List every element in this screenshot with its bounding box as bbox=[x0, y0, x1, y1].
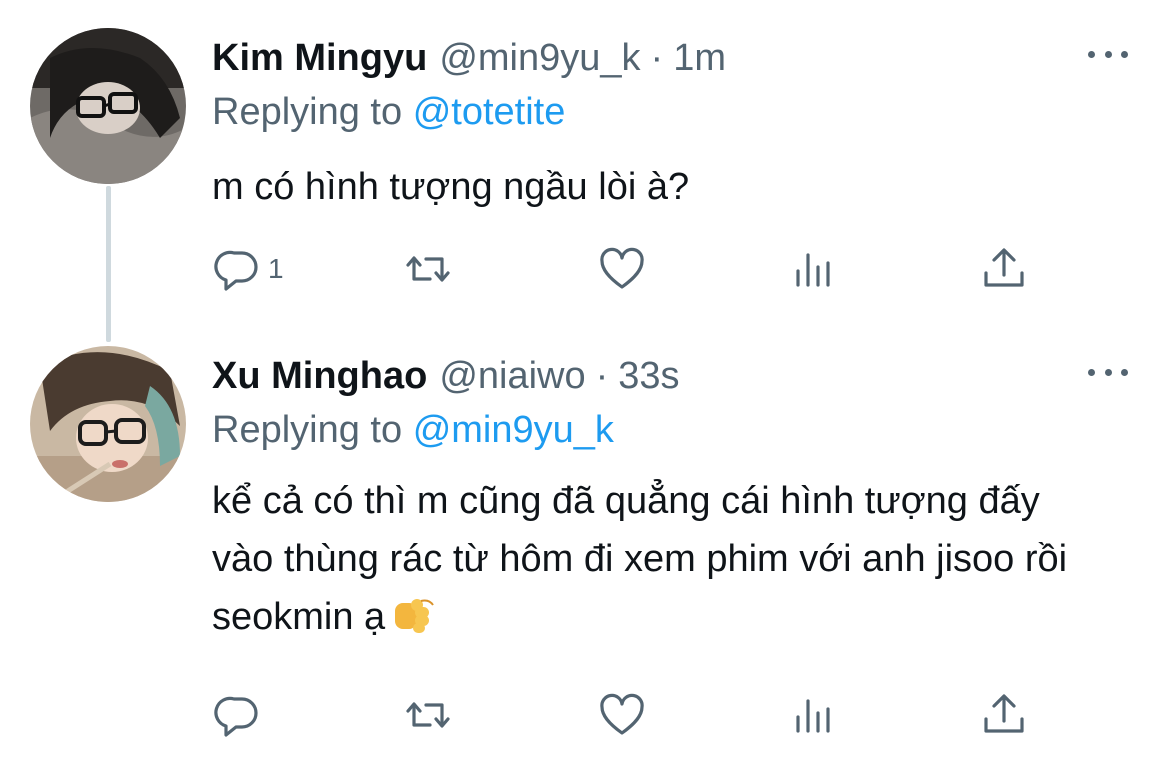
retweet-button[interactable] bbox=[404, 690, 452, 740]
like-button[interactable] bbox=[598, 690, 646, 740]
share-icon bbox=[984, 248, 1024, 287]
reply-count: 1 bbox=[268, 253, 284, 284]
analytics-button[interactable] bbox=[790, 244, 838, 294]
replying-to-handle-link[interactable]: @totetite bbox=[413, 91, 566, 133]
reply-button[interactable]: 1 bbox=[214, 244, 284, 294]
analytics-button[interactable] bbox=[790, 690, 838, 740]
timestamp[interactable]: 33s bbox=[618, 350, 679, 402]
retweet-button[interactable] bbox=[404, 244, 452, 294]
reply-button[interactable] bbox=[214, 690, 268, 740]
separator-dot: · bbox=[595, 355, 609, 397]
analytics-icon bbox=[796, 699, 830, 733]
reply-icon bbox=[214, 250, 258, 291]
avatar[interactable] bbox=[30, 28, 186, 184]
reply-icon bbox=[214, 696, 258, 737]
user-handle[interactable]: @niaiwo bbox=[439, 350, 585, 402]
like-icon bbox=[600, 693, 644, 735]
display-name[interactable]: Xu Minghao bbox=[212, 350, 427, 402]
user-handle[interactable]: @min9yu_k bbox=[439, 32, 640, 84]
replying-to: Replying to @min9yu_k bbox=[212, 404, 614, 456]
tweet-actions bbox=[212, 690, 1042, 740]
tweet-text-container: kể cả có thì m cũng đã quẳng cái hình tư… bbox=[212, 472, 1072, 652]
tweet-header: Kim Mingyu @min9yu_k · 1m bbox=[212, 32, 726, 84]
share-button[interactable] bbox=[980, 690, 1028, 740]
retweet-icon bbox=[406, 256, 450, 282]
avatar-photo-icon bbox=[30, 346, 186, 502]
tweet-text: kể cả có thì m cũng đã quẳng cái hình tư… bbox=[212, 480, 1068, 638]
tweet-text: m có hình tượng ngầu lòi à? bbox=[212, 166, 690, 208]
replying-to-label: Replying to bbox=[212, 91, 403, 133]
like-button[interactable] bbox=[598, 244, 646, 294]
replying-to-label: Replying to bbox=[212, 409, 403, 451]
like-icon bbox=[600, 247, 644, 289]
separator-dot: · bbox=[650, 37, 664, 79]
oncoming-fist-emoji-icon bbox=[391, 593, 437, 652]
share-icon bbox=[984, 694, 1024, 733]
tweet-actions: 1 bbox=[212, 244, 1042, 294]
more-icon[interactable] bbox=[1088, 44, 1128, 64]
thread-connector-line bbox=[106, 186, 111, 342]
tweet-header: Xu Minghao @niaiwo · 33s bbox=[212, 350, 680, 402]
avatar-photo-icon bbox=[30, 28, 186, 184]
display-name[interactable]: Kim Mingyu bbox=[212, 32, 427, 84]
share-button[interactable] bbox=[980, 244, 1028, 294]
more-icon[interactable] bbox=[1088, 362, 1128, 382]
replying-to: Replying to @totetite bbox=[212, 86, 565, 138]
replying-to-handle-link[interactable]: @min9yu_k bbox=[413, 409, 614, 451]
retweet-icon bbox=[406, 702, 450, 728]
avatar[interactable] bbox=[30, 346, 186, 502]
timestamp[interactable]: 1m bbox=[673, 32, 726, 84]
analytics-icon bbox=[796, 253, 830, 287]
